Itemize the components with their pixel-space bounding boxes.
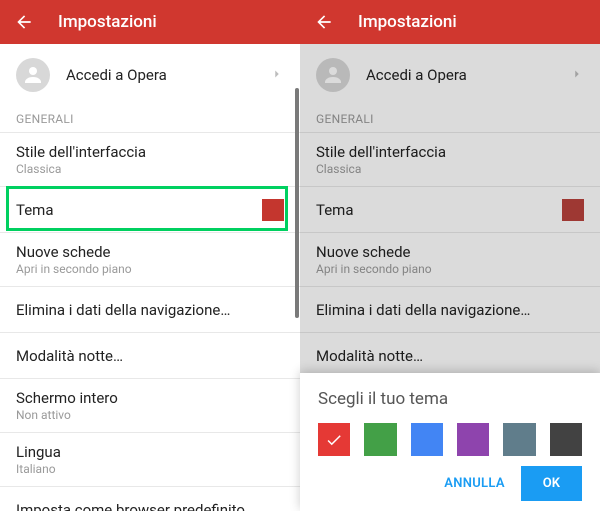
row-default-browser[interactable]: Imposta come browser predefinito…: [0, 487, 300, 511]
account-label: Accedi a Opera: [366, 66, 570, 84]
row-night-mode[interactable]: Modalità notte…: [0, 333, 300, 379]
theme-swatch-option[interactable]: [364, 423, 396, 456]
theme-swatch-icon: [262, 199, 284, 221]
row-clear-data[interactable]: Elimina i dati della navigazione…: [300, 287, 600, 333]
settings-pane-right: Impostazioni Accedi a Opera GENERALI Sti…: [300, 0, 600, 511]
back-icon[interactable]: [314, 12, 334, 32]
theme-swatch-option[interactable]: [318, 423, 350, 456]
theme-swatch-row: [318, 423, 582, 456]
appbar-title: Impostazioni: [58, 12, 157, 32]
dialog-title: Scegli il tuo tema: [318, 389, 582, 409]
avatar-icon: [16, 58, 50, 92]
account-row[interactable]: Accedi a Opera: [300, 44, 600, 106]
account-row[interactable]: Accedi a Opera: [0, 44, 300, 106]
row-clear-data[interactable]: Elimina i dati della navigazione…: [0, 287, 300, 333]
row-new-tabs[interactable]: Nuove schede Apri in secondo piano: [300, 233, 600, 287]
chevron-right-icon: [270, 66, 284, 85]
theme-swatch-option[interactable]: [503, 423, 535, 456]
cancel-button[interactable]: ANNULLA: [428, 466, 521, 501]
section-header-general: GENERALI: [300, 106, 600, 133]
chevron-right-icon: [570, 66, 584, 85]
row-theme[interactable]: Tema: [300, 187, 600, 233]
row-language[interactable]: Lingua Italiano: [0, 433, 300, 487]
check-icon: [325, 431, 343, 449]
row-interface-style[interactable]: Stile dell'interfaccia Classica: [300, 133, 600, 187]
row-new-tabs[interactable]: Nuove schede Apri in secondo piano: [0, 233, 300, 287]
appbar: Impostazioni: [0, 0, 300, 44]
account-label: Accedi a Opera: [66, 66, 270, 84]
row-interface-style[interactable]: Stile dell'interfaccia Classica: [0, 133, 300, 187]
appbar-title: Impostazioni: [358, 12, 457, 32]
row-theme[interactable]: Tema: [0, 187, 300, 233]
theme-swatch-option[interactable]: [457, 423, 489, 456]
ok-button[interactable]: OK: [521, 466, 582, 501]
dialog-buttons: ANNULLA OK: [318, 466, 582, 501]
row-fullscreen[interactable]: Schermo intero Non attivo: [0, 379, 300, 433]
theme-swatch-option[interactable]: [411, 423, 443, 456]
section-header-general: GENERALI: [0, 106, 300, 133]
appbar: Impostazioni: [300, 0, 600, 44]
avatar-icon: [316, 58, 350, 92]
scrollbar[interactable]: [295, 88, 299, 318]
theme-dialog: Scegli il tuo tema ANNULLA OK: [300, 373, 600, 511]
theme-swatch-icon: [562, 199, 584, 221]
back-icon[interactable]: [14, 12, 34, 32]
settings-pane-left: Impostazioni Accedi a Opera GENERALI Sti…: [0, 0, 300, 511]
theme-swatch-option[interactable]: [550, 423, 582, 456]
